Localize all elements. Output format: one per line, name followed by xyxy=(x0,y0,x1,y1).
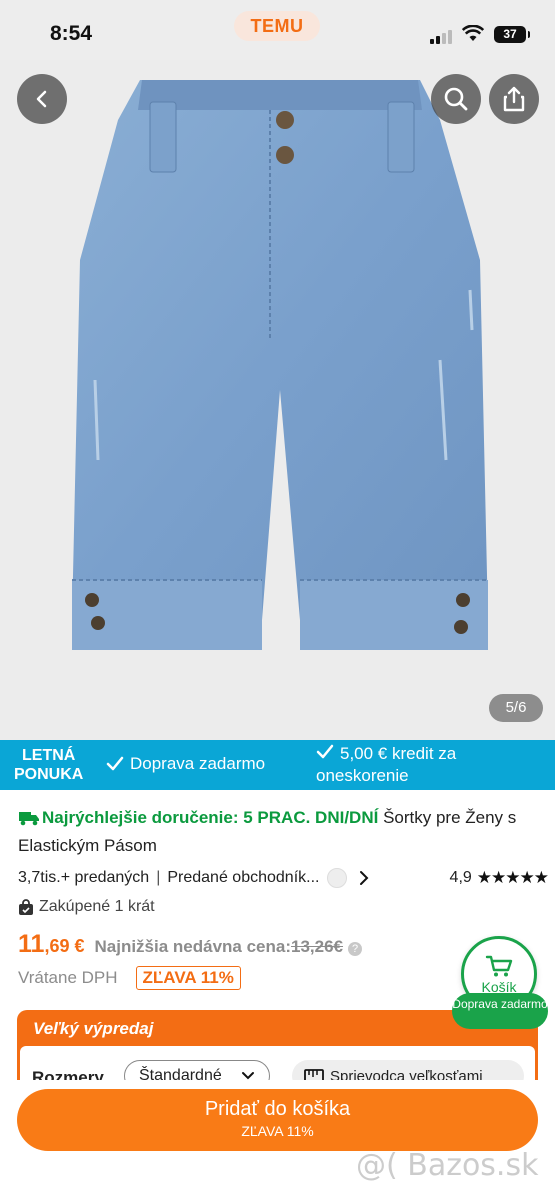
product-meta-row[interactable]: 3,7tis.+ predaných | Predané obchodník..… xyxy=(18,866,549,890)
rating-value: 4,9 xyxy=(449,869,472,886)
promo-badge-line2: PONUKA xyxy=(14,766,84,783)
wifi-icon xyxy=(462,25,484,41)
add-to-cart-button[interactable]: Pridať do košíka ZĽAVA 11% xyxy=(17,1089,538,1151)
search-icon xyxy=(444,87,468,111)
bazos-watermark: @( Bazos.sk xyxy=(356,1148,539,1183)
discount-badge: ZĽAVA 11% xyxy=(135,966,241,990)
temu-app-badge: TEMU xyxy=(234,11,320,41)
check-icon xyxy=(316,744,334,759)
check-icon xyxy=(106,756,124,771)
cellular-signal-icon xyxy=(430,28,456,44)
store-logo[interactable] xyxy=(327,868,348,888)
free-shipping-label: Doprava zadarmo xyxy=(130,754,266,773)
shopping-bag-icon xyxy=(19,898,33,915)
denim-shorts-image xyxy=(72,80,488,650)
price-cents: ,69 € xyxy=(44,936,85,956)
add-to-cart-label: Pridať do košíka xyxy=(204,1098,351,1120)
summer-offer-badge: LETNÁ PONUKA xyxy=(14,746,83,784)
bottom-bar: Pridať do košíka ZĽAVA 11% @( Bazos.sk xyxy=(0,1080,555,1200)
vat-row: Vrátane DPH ZĽAVA 11% xyxy=(18,966,241,990)
back-arrow-icon xyxy=(36,90,47,108)
purchase-count-label: Zakúpené 1 krát xyxy=(39,898,155,915)
cart-icon xyxy=(485,955,513,976)
rating[interactable]: 4,9 ★★★★★ xyxy=(449,868,549,888)
meta-divider: | xyxy=(156,869,161,886)
promo-badge-line1: LETNÁ xyxy=(22,747,76,764)
product-image[interactable]: 5/6 xyxy=(0,60,555,740)
add-to-cart-discount: ZĽAVA 11% xyxy=(241,1123,314,1139)
share-button[interactable] xyxy=(489,74,539,124)
price-main: 11 xyxy=(18,930,45,958)
chevron-right-icon[interactable] xyxy=(359,870,369,886)
product-title-block: Najrýchlejšie doručenie: 5 PRAC. DNI/DNÍ… xyxy=(18,804,548,860)
delay-credit-item: 5,00 € kredit za oneskorenie xyxy=(316,743,496,787)
share-icon xyxy=(503,86,525,112)
free-shipping-item: Doprava zadarmo xyxy=(106,754,265,774)
truck-icon xyxy=(19,812,39,826)
info-icon[interactable]: ? xyxy=(348,942,363,956)
status-bar: 8:54 TEMU 37 xyxy=(0,0,555,60)
image-pager: 5/6 xyxy=(489,694,543,722)
store-name[interactable]: Predané obchodník... xyxy=(167,869,319,887)
rating-stars: ★★★★★ xyxy=(476,868,549,887)
big-sale-title: Veľký výpredaj xyxy=(33,1019,154,1038)
cart-free-delivery-badge: Doprava zadarmo xyxy=(452,993,548,1029)
price-row: 11 ,69 € Najnižšia nedávna cena: 13,26€ … xyxy=(18,930,363,959)
battery-indicator: 37 xyxy=(494,26,530,43)
back-button[interactable] xyxy=(17,74,67,124)
old-price: 13,26€ xyxy=(291,937,344,956)
search-button[interactable] xyxy=(431,74,481,124)
status-time: 8:54 xyxy=(50,22,93,45)
delay-credit-label: 5,00 € kredit za oneskorenie xyxy=(316,744,457,785)
fast-delivery-label: Najrýchlejšie doručenie: 5 PRAC. DNI/DNÍ xyxy=(42,808,379,827)
lowest-recent-price-label: Najnižšia nedávna cena: xyxy=(94,937,292,956)
purchase-count: Zakúpené 1 krát xyxy=(18,898,155,916)
sold-count: 3,7tis.+ predaných xyxy=(18,869,150,886)
vat-label: Vrátane DPH xyxy=(18,968,118,987)
promo-banner[interactable]: LETNÁ PONUKA Doprava zadarmo 5,00 € kred… xyxy=(0,740,555,790)
